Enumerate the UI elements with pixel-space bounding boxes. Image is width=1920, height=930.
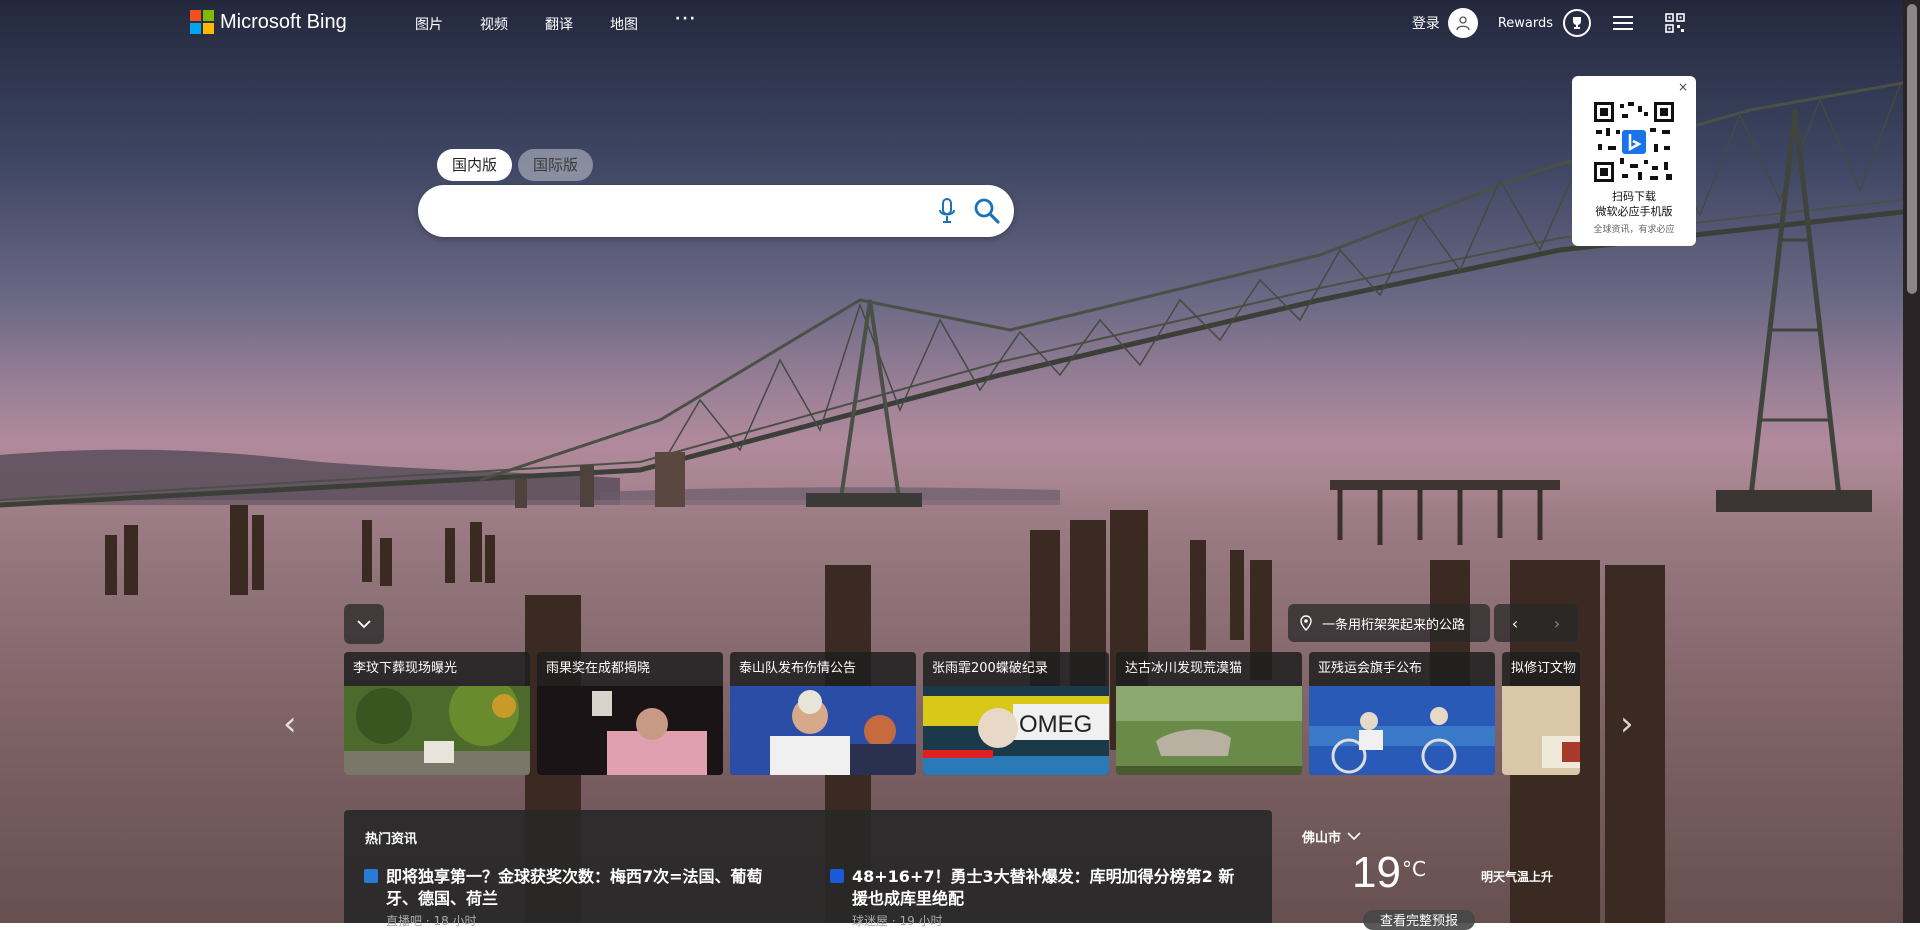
location-pin-icon <box>1300 615 1312 631</box>
search-box <box>418 185 1014 237</box>
news-card-title: 达古冰川发现荒漠猫 <box>1125 661 1243 676</box>
wallpaper-nav: ‹ › <box>1494 604 1578 642</box>
news-headline[interactable]: 即将独享第一？金球获奖次数：梅西7次=法国、葡萄牙、德国、荷兰 <box>386 866 764 910</box>
news-card-thumbnail: OMEG <box>923 686 1109 775</box>
market-tabs: 国内版 国际版 <box>437 149 594 181</box>
tab-domestic[interactable]: 国内版 <box>437 149 513 181</box>
news-card[interactable]: 泰山队发布伤情公告 <box>730 652 916 775</box>
tab-international[interactable]: 国际版 <box>518 149 594 181</box>
qr-code-image <box>1592 100 1676 184</box>
nav-translate[interactable]: 翻译 <box>545 14 573 34</box>
qr-code-icon[interactable] <box>1665 13 1685 33</box>
bing-logo[interactable]: Microsoft Bing <box>190 10 347 34</box>
signin-link[interactable]: 登录 <box>1412 13 1440 33</box>
qr-slogan: 全球资讯，有求必应 <box>1593 225 1675 235</box>
news-card-thumbnail <box>1116 686 1302 775</box>
menu-icon[interactable] <box>1613 12 1633 34</box>
hot-news-title: 热门资讯 <box>365 832 418 847</box>
weather-forecast: 明天气温上升 <box>1481 870 1554 884</box>
trophy-icon[interactable] <box>1563 9 1591 37</box>
weather-unit: °C <box>1402 857 1426 881</box>
news-card-thumbnail <box>730 686 916 775</box>
svg-text:OMEG: OMEG <box>1019 711 1092 738</box>
news-card-thumbnail <box>344 686 530 775</box>
rewards-link[interactable]: Rewards <box>1498 16 1553 31</box>
next-wallpaper-button[interactable]: › <box>1536 604 1578 642</box>
nav-images[interactable]: 图片 <box>415 14 443 34</box>
news-meta: 球迷屋 · 19 小时 <box>852 914 943 928</box>
news-strip: 李玟下葬现场曝光 雨果奖在成都揭晓 泰山队发布伤情公告 张雨霏200蝶破纪录 O… <box>344 652 1580 775</box>
top-nav: 图片 视频 翻译 地图 ··· <box>415 11 734 34</box>
news-card-title: 亚残运会旗手公布 <box>1318 661 1423 676</box>
nav-maps[interactable]: 地图 <box>610 14 638 34</box>
news-card-thumbnail <box>1309 686 1495 775</box>
search-input[interactable] <box>432 193 916 231</box>
chevron-down-icon <box>357 619 371 628</box>
weather-city[interactable]: 佛山市 <box>1302 827 1361 846</box>
qr-caption-app: 微软必应手机版 <box>1595 205 1673 218</box>
brand-name: Microsoft Bing <box>220 10 347 33</box>
news-card-title: 泰山队发布伤情公告 <box>739 661 857 676</box>
microsoft-logo-icon <box>190 10 214 34</box>
strip-prev-arrow[interactable]: ‹ <box>283 704 297 744</box>
news-source-icon <box>364 869 378 883</box>
qr-caption: 扫码下载 <box>1612 190 1656 203</box>
avatar-icon[interactable] <box>1447 8 1478 38</box>
news-headline[interactable]: 48+16+7！勇士3大替补爆发：库明加得分榜第2 新援也成库里绝配 <box>852 866 1240 910</box>
news-card[interactable]: 达古冰川发现荒漠猫 <box>1116 652 1302 775</box>
news-card[interactable]: 张雨霏200蝶破纪录 OMEG <box>923 652 1109 775</box>
header-right: 登录 Rewards <box>1412 8 1685 38</box>
news-item[interactable]: 即将独享第一？金球获奖次数：梅西7次=法国、葡萄牙、德国、荷兰 直播吧 · 18… <box>364 866 764 929</box>
news-meta: 直播吧 · 18 小时 <box>386 914 477 928</box>
weather-city-name: 佛山市 <box>1302 831 1342 846</box>
nav-more[interactable]: ··· <box>675 11 697 34</box>
qr-download-popup: × 扫码下载 微软必应手机版 全球资讯，有求必应 <box>1572 76 1696 246</box>
hot-news-panel: 热门资讯 即将独享第一？金球获奖次数：梅西7次=法国、葡萄牙、德国、荷兰 直播吧… <box>344 810 1272 928</box>
news-card-title: 拟修订文物 <box>1511 661 1577 676</box>
header: Microsoft Bing 图片 视频 翻译 地图 ··· 登录 Reward… <box>0 0 1903 46</box>
full-forecast-button[interactable]: 查看完整预报 <box>1363 910 1475 930</box>
location-text: 一条用桁架架起来的公路 <box>1322 617 1466 633</box>
search-icon[interactable] <box>973 197 1001 225</box>
news-card[interactable]: 拟修订文物 <box>1502 652 1580 775</box>
news-card-title: 雨果奖在成都揭晓 <box>546 661 651 676</box>
news-card-thumbnail <box>1502 686 1580 775</box>
scrollbar[interactable] <box>1903 0 1920 923</box>
news-card[interactable]: 雨果奖在成都揭晓 <box>537 652 723 775</box>
nav-videos[interactable]: 视频 <box>480 14 508 34</box>
collapse-button[interactable] <box>344 604 384 644</box>
scrollbar-thumb[interactable] <box>1907 4 1917 294</box>
weather-temperature: 19 <box>1352 848 1401 897</box>
news-card[interactable]: 李玟下葬现场曝光 <box>344 652 530 775</box>
image-location[interactable]: 一条用桁架架起来的公路 <box>1288 604 1490 642</box>
news-card[interactable]: 亚残运会旗手公布 <box>1309 652 1495 775</box>
news-item[interactable]: 48+16+7！勇士3大替补爆发：库明加得分榜第2 新援也成库里绝配 球迷屋 ·… <box>830 866 1240 929</box>
news-card-thumbnail <box>537 686 723 775</box>
news-card-title: 李玟下葬现场曝光 <box>353 661 458 676</box>
strip-next-arrow[interactable]: › <box>1620 704 1634 744</box>
close-icon[interactable]: × <box>1678 80 1688 94</box>
news-source-icon <box>830 869 844 883</box>
news-card-title: 张雨霏200蝶破纪录 <box>932 661 1048 676</box>
chevron-down-icon <box>1347 832 1361 841</box>
previous-wallpaper-button[interactable]: ‹ <box>1494 604 1536 642</box>
microphone-icon[interactable] <box>938 198 956 224</box>
